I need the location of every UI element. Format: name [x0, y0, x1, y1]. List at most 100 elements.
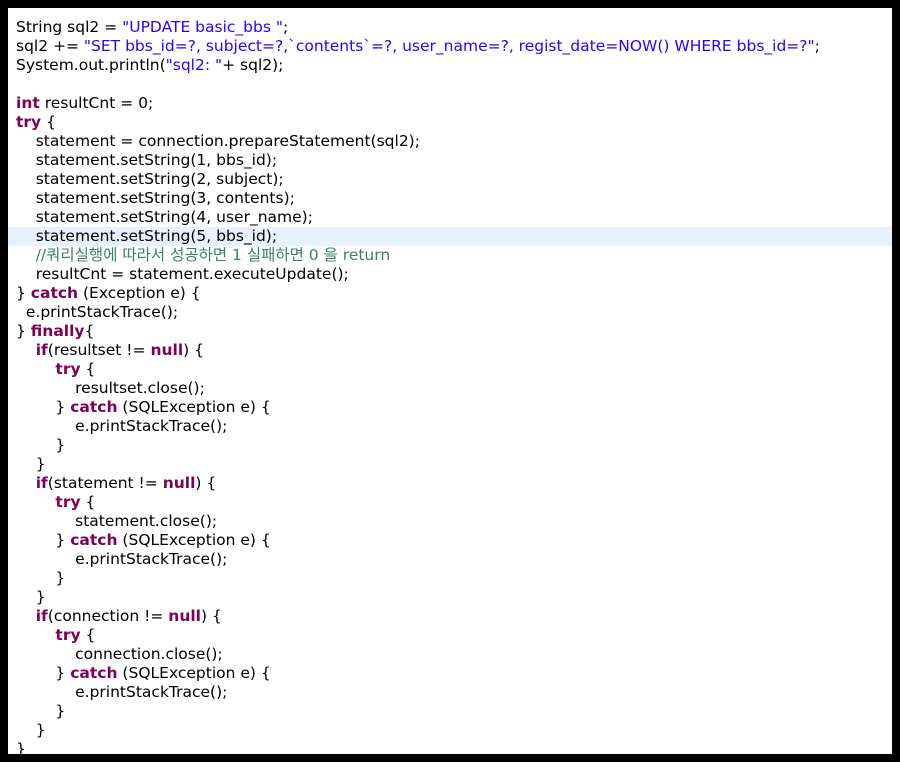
- code-text: e.printStackTrace();: [16, 683, 228, 701]
- code-line[interactable]: System.out.println("sql2: "+ sql2);: [8, 56, 892, 75]
- code-text: e.printStackTrace();: [16, 303, 179, 321]
- code-text: }: [16, 664, 71, 682]
- code-line[interactable]: try {: [8, 626, 892, 645]
- code-keyword: try: [55, 626, 81, 644]
- code-line[interactable]: }: [8, 436, 892, 455]
- code-line[interactable]: }: [8, 588, 892, 607]
- code-text: (statement !=: [47, 474, 163, 492]
- code-line[interactable]: }: [8, 455, 892, 474]
- code-line-highlighted[interactable]: statement.setString(5, bbs_id);: [8, 227, 892, 246]
- code-line[interactable]: }: [8, 702, 892, 721]
- code-line[interactable]: resultCnt = statement.executeUpdate();: [8, 265, 892, 284]
- code-line[interactable]: sql2 += "SET bbs_id=?, subject=?,`conten…: [8, 37, 892, 56]
- code-line[interactable]: statement = connection.prepareStatement(…: [8, 132, 892, 151]
- code-comment: //쿼리실행에 따라서 성공하면 1 실패하면 0 을 return: [16, 246, 391, 264]
- code-line[interactable]: if(connection != null) {: [8, 607, 892, 626]
- code-text: }: [16, 740, 26, 754]
- screenshot-frame: String sql2 = "UPDATE basic_bbs "; sql2 +…: [0, 0, 900, 762]
- code-line[interactable]: }: [8, 569, 892, 588]
- code-line[interactable]: int resultCnt = 0;: [8, 94, 892, 113]
- code-keyword: try: [55, 360, 81, 378]
- code-line[interactable]: //쿼리실행에 따라서 성공하면 1 실패하면 0 을 return: [8, 246, 892, 265]
- code-line[interactable]: try {: [8, 493, 892, 512]
- code-text: }: [16, 531, 71, 549]
- code-text: statement.close();: [16, 512, 218, 530]
- code-line[interactable]: e.printStackTrace();: [8, 683, 892, 702]
- code-text: System.out.println(: [16, 56, 166, 74]
- code-line[interactable]: } finally{: [8, 322, 892, 341]
- code-keyword: catch: [70, 531, 118, 549]
- code-keyword: null: [162, 474, 196, 492]
- code-line[interactable]: } catch (Exception e) {: [8, 284, 892, 303]
- code-text: ;: [282, 18, 289, 36]
- code-keyword: null: [150, 341, 184, 359]
- code-line[interactable]: statement.setString(2, subject);: [8, 170, 892, 189]
- code-text: (SQLException e) {: [117, 531, 271, 549]
- code-text: + sql2);: [222, 56, 284, 74]
- code-line[interactable]: } catch (SQLException e) {: [8, 398, 892, 417]
- code-text: }: [16, 398, 71, 416]
- code-text: statement.setString(4, user_name);: [16, 208, 313, 226]
- code-keyword: if: [35, 607, 48, 625]
- code-text: resultCnt = 0;: [39, 94, 154, 112]
- code-text: (SQLException e) {: [117, 398, 271, 416]
- code-line[interactable]: e.printStackTrace();: [8, 550, 892, 569]
- code-text: }: [16, 702, 66, 720]
- code-line[interactable]: } catch (SQLException e) {: [8, 664, 892, 683]
- code-keyword: catch: [30, 284, 79, 302]
- code-line[interactable]: e.printStackTrace();: [8, 417, 892, 436]
- code-text: (Exception e) {: [78, 284, 201, 302]
- code-text: {: [41, 113, 56, 131]
- code-text: (connection !=: [47, 607, 169, 625]
- code-line[interactable]: if(statement != null) {: [8, 474, 892, 493]
- code-text: ;: [814, 37, 820, 55]
- code-line[interactable]: } catch (SQLException e) {: [8, 531, 892, 550]
- code-text: statement.setString(2, subject);: [16, 170, 284, 188]
- code-text: }: [16, 436, 66, 454]
- code-text: (SQLException e) {: [117, 664, 271, 682]
- code-line[interactable]: ​: [8, 75, 892, 94]
- code-line[interactable]: e.printStackTrace();: [8, 303, 892, 322]
- code-line[interactable]: if(resultset != null) {: [8, 341, 892, 360]
- code-text: {: [80, 360, 96, 378]
- code-text: e.printStackTrace();: [16, 417, 228, 435]
- code-text: }: [16, 455, 46, 473]
- code-text: (resultset !=: [47, 341, 151, 359]
- code-keyword: int: [16, 94, 40, 112]
- code-line[interactable]: connection.close();: [8, 645, 892, 664]
- code-text: {: [80, 493, 96, 511]
- code-keyword: finally: [30, 322, 85, 340]
- code-string: "SET bbs_id=?, subject=?,`contents`=?, u…: [83, 37, 815, 55]
- code-line[interactable]: statement.setString(3, contents);: [8, 189, 892, 208]
- code-text: {: [84, 322, 95, 340]
- code-text: ) {: [195, 474, 217, 492]
- code-text: statement = connection.prepareStatement(…: [16, 132, 420, 150]
- code-keyword: if: [35, 341, 48, 359]
- code-line[interactable]: }: [8, 740, 892, 754]
- code-keyword: try: [16, 113, 42, 131]
- code-line[interactable]: statement.setString(4, user_name);: [8, 208, 892, 227]
- code-line[interactable]: try {: [8, 360, 892, 379]
- code-line[interactable]: resultset.close();: [8, 379, 892, 398]
- code-line[interactable]: }: [8, 721, 892, 740]
- code-text: resultset.close();: [16, 379, 205, 397]
- code-keyword: catch: [70, 664, 118, 682]
- code-string: "UPDATE basic_bbs ": [122, 18, 283, 36]
- code-string: "sql2: ": [165, 56, 223, 74]
- code-text: }: [16, 588, 46, 606]
- code-line[interactable]: try {: [8, 113, 892, 132]
- code-line[interactable]: String sql2 = "UPDATE basic_bbs ";: [8, 18, 892, 37]
- code-line[interactable]: statement.close();: [8, 512, 892, 531]
- code-keyword: if: [35, 474, 48, 492]
- code-text: resultCnt = statement.executeUpdate();: [16, 265, 349, 283]
- code-text: }: [16, 721, 46, 739]
- code-line[interactable]: statement.setString(1, bbs_id);: [8, 151, 892, 170]
- code-text: connection.close();: [16, 645, 223, 663]
- code-editor[interactable]: String sql2 = "UPDATE basic_bbs "; sql2 +…: [8, 8, 892, 754]
- code-keyword: null: [168, 607, 201, 625]
